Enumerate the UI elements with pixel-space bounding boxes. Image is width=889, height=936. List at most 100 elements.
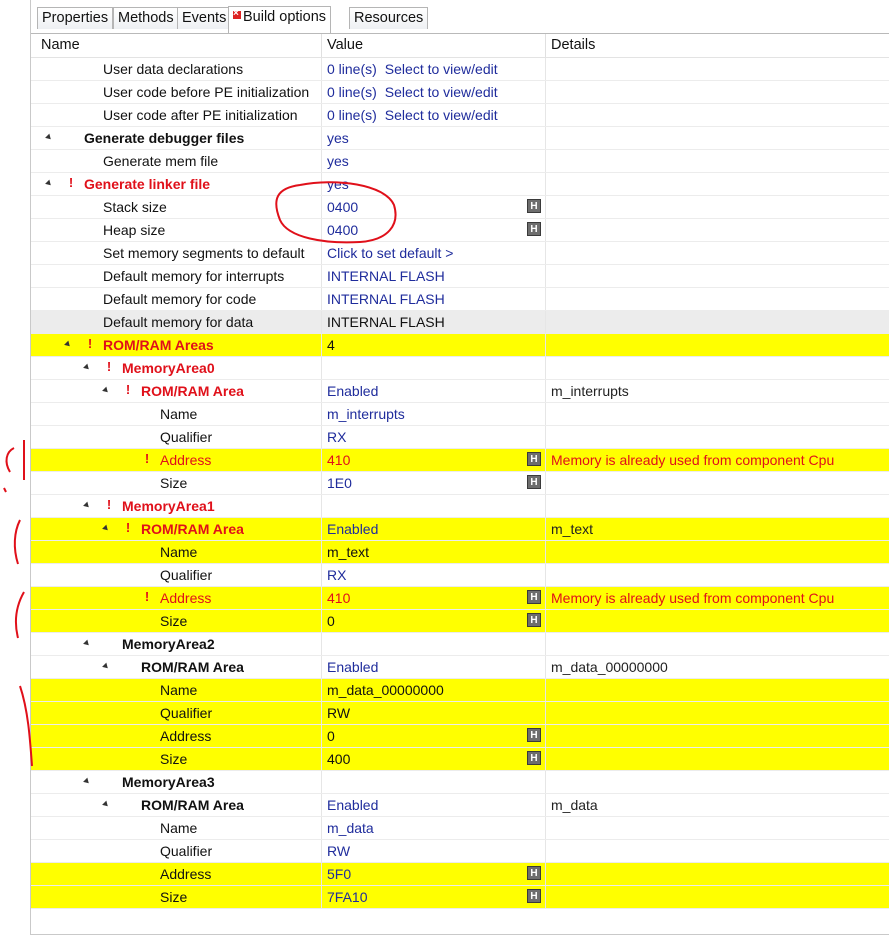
row-value[interactable]: Enabled <box>327 521 378 537</box>
h-badge-icon[interactable]: H <box>527 222 541 236</box>
row-value[interactable]: Enabled <box>327 797 378 813</box>
table-row[interactable]: MemoryArea1 <box>31 495 889 518</box>
tab-build-options[interactable]: Build options <box>228 6 332 33</box>
row-value[interactable]: 1E0 <box>327 475 352 491</box>
tree-expanded-icon[interactable] <box>102 386 110 395</box>
table-row[interactable]: Qualifier RX <box>31 426 889 449</box>
column-header-value[interactable]: Value <box>327 37 363 53</box>
h-badge-icon[interactable]: H <box>527 475 541 489</box>
tree-expanded-icon[interactable] <box>102 662 110 671</box>
tree-expanded-icon[interactable] <box>45 179 53 188</box>
table-row[interactable]: Name m_interrupts <box>31 403 889 426</box>
h-badge-icon[interactable]: H <box>527 199 541 213</box>
table-row[interactable]: Generate linker file yes <box>31 173 889 196</box>
row-value[interactable]: 0 <box>327 613 335 629</box>
table-row[interactable]: Address 410 H Memory is already used fro… <box>31 449 889 472</box>
row-value[interactable]: 0400 <box>327 222 358 238</box>
table-row[interactable]: Address 410 H Memory is already used fro… <box>31 587 889 610</box>
table-row[interactable]: Address 0 H <box>31 725 889 748</box>
table-row[interactable]: Size 400 H <box>31 748 889 771</box>
table-row[interactable]: Size 7FA10 H <box>31 886 889 909</box>
h-badge-icon[interactable]: H <box>527 728 541 742</box>
row-value[interactable]: RW <box>327 843 350 859</box>
row-value[interactable]: 400 <box>327 751 350 767</box>
row-value[interactable]: yes <box>327 176 349 192</box>
row-value[interactable]: 7FA10 <box>327 889 367 905</box>
table-row[interactable]: ROM/RAM Areas 4 <box>31 334 889 357</box>
h-badge-icon[interactable]: H <box>527 613 541 627</box>
select-to-edit-link[interactable]: Select to view/edit <box>385 84 498 100</box>
table-row[interactable]: Size 1E0 H <box>31 472 889 495</box>
table-row[interactable]: ROM/RAM Area Enabled m_data <box>31 794 889 817</box>
table-row[interactable]: Generate debugger files yes <box>31 127 889 150</box>
table-row[interactable]: Heap size 0400 H <box>31 219 889 242</box>
select-to-edit-link[interactable]: Select to view/edit <box>385 61 498 77</box>
tab-events[interactable]: Events <box>177 7 232 29</box>
table-row[interactable]: Size 0 H <box>31 610 889 633</box>
row-value[interactable]: INTERNAL FLASH <box>327 291 445 307</box>
table-row[interactable]: ROM/RAM Area Enabled m_text <box>31 518 889 541</box>
tab-properties[interactable]: Properties <box>37 7 114 29</box>
table-row[interactable]: Generate mem file yes <box>31 150 889 173</box>
tree-expanded-icon[interactable] <box>83 363 91 372</box>
row-value[interactable]: INTERNAL FLASH <box>327 268 445 284</box>
row-value[interactable]: yes <box>327 130 349 146</box>
table-row[interactable]: Address 5F0 H <box>31 863 889 886</box>
column-header-name[interactable]: Name <box>41 37 80 53</box>
table-row[interactable]: MemoryArea2 <box>31 633 889 656</box>
tab-methods[interactable]: Methods <box>113 7 179 29</box>
row-value[interactable]: 0 <box>327 728 335 744</box>
tree-expanded-icon[interactable] <box>45 133 53 142</box>
h-badge-icon[interactable]: H <box>527 751 541 765</box>
table-row[interactable]: ROM/RAM Area Enabled m_interrupts <box>31 380 889 403</box>
table-row[interactable]: ROM/RAM Area Enabled m_data_00000000 <box>31 656 889 679</box>
row-value[interactable]: 410 <box>327 590 350 606</box>
row-value[interactable]: yes <box>327 153 349 169</box>
row-value[interactable]: 0400 <box>327 199 358 215</box>
row-value[interactable]: INTERNAL FLASH <box>327 314 445 330</box>
row-value[interactable]: Enabled <box>327 659 378 675</box>
table-row[interactable]: User code after PE initialization 0 line… <box>31 104 889 127</box>
row-value[interactable]: 0 line(s) <box>327 84 377 100</box>
tree-expanded-icon[interactable] <box>83 501 91 510</box>
row-value[interactable]: 0 line(s) <box>327 61 377 77</box>
h-badge-icon[interactable]: H <box>527 590 541 604</box>
row-value[interactable]: 0 line(s) <box>327 107 377 123</box>
tree-expanded-icon[interactable] <box>83 777 91 786</box>
table-row[interactable]: Name m_data <box>31 817 889 840</box>
row-value[interactable]: RX <box>327 429 346 445</box>
table-row[interactable]: Default memory for code INTERNAL FLASH <box>31 288 889 311</box>
table-row[interactable]: Default memory for interrupts INTERNAL F… <box>31 265 889 288</box>
table-row[interactable]: Qualifier RX <box>31 564 889 587</box>
tree-expanded-icon[interactable] <box>102 524 110 533</box>
column-header-details[interactable]: Details <box>551 37 595 53</box>
tree-expanded-icon[interactable] <box>83 639 91 648</box>
table-row[interactable]: User code before PE initialization 0 lin… <box>31 81 889 104</box>
table-row[interactable]: Set memory segments to default Click to … <box>31 242 889 265</box>
select-to-edit-link[interactable]: Select to view/edit <box>385 107 498 123</box>
h-badge-icon[interactable]: H <box>527 889 541 903</box>
row-value[interactable]: m_text <box>327 544 369 560</box>
tree-expanded-icon[interactable] <box>64 340 72 349</box>
tree-expanded-icon[interactable] <box>102 800 110 809</box>
table-row-selected[interactable]: Default memory for data INTERNAL FLASH <box>31 311 889 334</box>
row-value[interactable]: m_data_00000000 <box>327 682 444 698</box>
row-value[interactable]: m_data <box>327 820 374 836</box>
table-row[interactable]: MemoryArea0 <box>31 357 889 380</box>
table-row[interactable]: Name m_text <box>31 541 889 564</box>
table-row[interactable]: Stack size 0400 H <box>31 196 889 219</box>
table-row[interactable]: Name m_data_00000000 <box>31 679 889 702</box>
set-default-link[interactable]: Click to set default > <box>327 245 453 261</box>
tab-resources[interactable]: Resources <box>349 7 429 29</box>
table-row[interactable]: Qualifier RW <box>31 702 889 725</box>
h-badge-icon[interactable]: H <box>527 866 541 880</box>
row-value[interactable]: 410 <box>327 452 350 468</box>
table-row[interactable]: Qualifier RW <box>31 840 889 863</box>
h-badge-icon[interactable]: H <box>527 452 541 466</box>
row-value[interactable]: RX <box>327 567 346 583</box>
row-value[interactable]: RW <box>327 705 350 721</box>
row-value[interactable]: 4 <box>327 337 335 353</box>
row-value[interactable]: m_interrupts <box>327 406 405 422</box>
row-value[interactable]: 5F0 <box>327 866 351 882</box>
table-row[interactable]: MemoryArea3 <box>31 771 889 794</box>
